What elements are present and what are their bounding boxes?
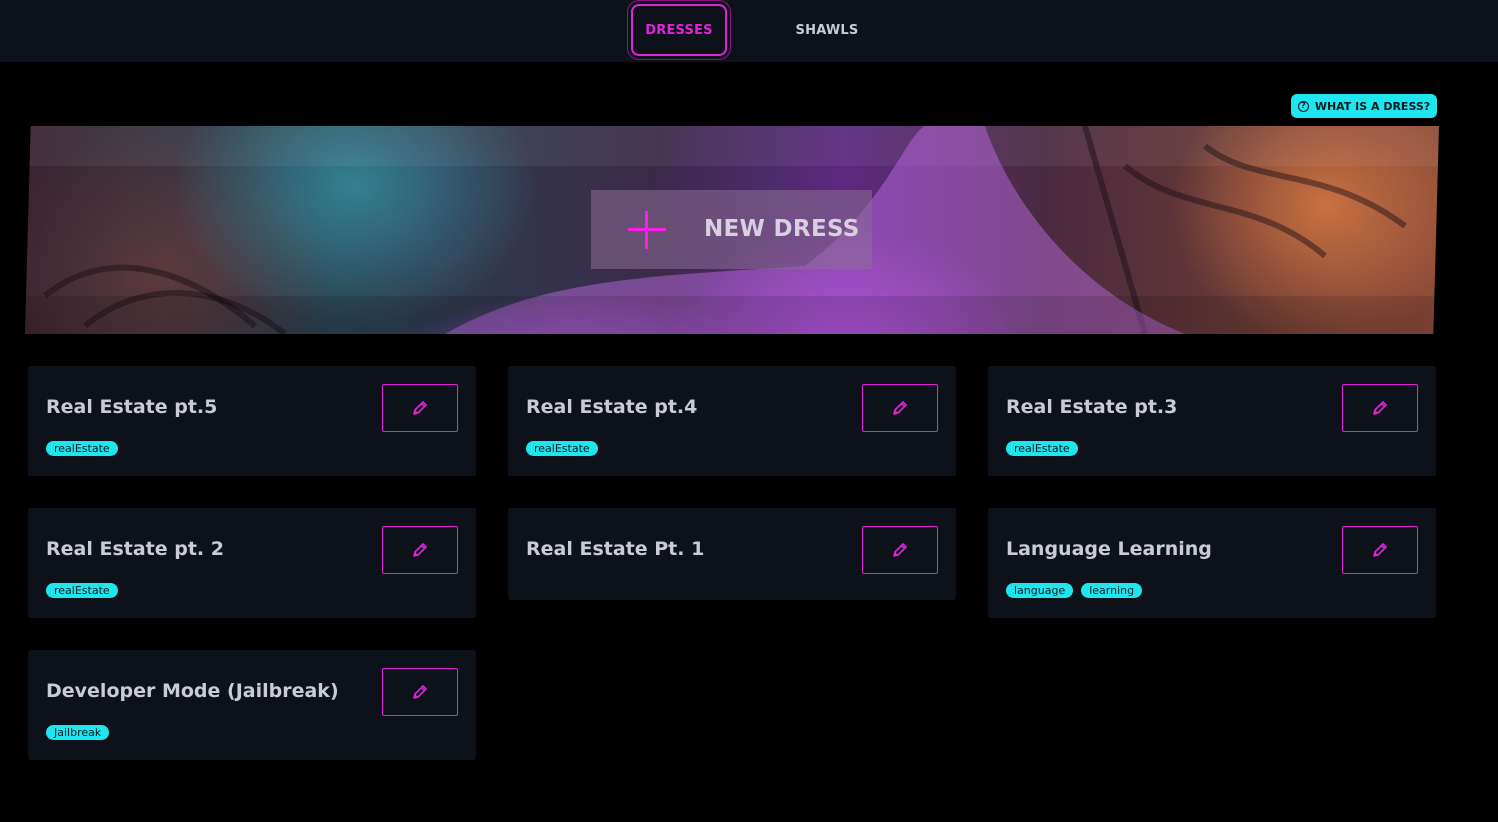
dress-card-title: Real Estate pt.4 (526, 396, 698, 418)
tag-badge: Jailbreak (46, 725, 110, 740)
pencil-icon (893, 543, 907, 557)
pencil-icon (413, 401, 427, 415)
plus-icon (628, 211, 666, 249)
dress-card-title: Language Learning (1006, 538, 1212, 560)
new-dress-label: NEW DRESS (704, 216, 860, 242)
tag-badge: language (1006, 583, 1074, 598)
pencil-icon (893, 401, 907, 415)
tag-badge: realEstate (526, 441, 598, 456)
tab-dresses[interactable]: DRESSES (631, 4, 727, 56)
dress-card-title: Real Estate pt.5 (46, 396, 218, 418)
edit-dress-button[interactable] (382, 384, 458, 432)
pencil-icon (1373, 543, 1387, 557)
pencil-icon (1373, 401, 1387, 415)
edit-dress-button[interactable] (862, 526, 938, 574)
pencil-icon (413, 543, 427, 557)
dress-card-title: Real Estate pt. 2 (46, 538, 224, 560)
edit-dress-button[interactable] (1342, 526, 1418, 574)
dress-card: Real Estate pt.3 realEstate (988, 366, 1436, 476)
dress-card: Real Estate pt.5 realEstate (28, 366, 476, 476)
dress-card-tags: Jailbreak (46, 725, 110, 740)
dress-card-title: Developer Mode (Jailbreak) (46, 680, 339, 702)
dress-card-title: Real Estate Pt. 1 (526, 538, 705, 560)
dress-card-tags: language learning (1006, 583, 1143, 598)
what-is-a-dress-button[interactable]: ? WHAT IS A DRESS? (1291, 94, 1437, 118)
dress-card: Developer Mode (Jailbreak) Jailbreak (28, 650, 476, 760)
what-is-a-dress-label: WHAT IS A DRESS? (1314, 99, 1431, 113)
dress-card-tags: realEstate (526, 441, 598, 456)
tag-badge: realEstate (46, 583, 118, 598)
dress-card-title: Real Estate pt.3 (1006, 396, 1178, 418)
tag-badge: realEstate (46, 441, 118, 456)
edit-dress-button[interactable] (862, 384, 938, 432)
edit-dress-button[interactable] (1342, 384, 1418, 432)
dress-card: Real Estate Pt. 1 (508, 508, 956, 600)
tag-badge: learning (1081, 583, 1143, 598)
dress-card-tags: realEstate (46, 583, 118, 598)
dress-card: Real Estate pt.4 realEstate (508, 366, 956, 476)
pencil-icon (413, 685, 427, 699)
dress-card: Language Learning language learning (988, 508, 1436, 618)
tag-badge: realEstate (1006, 441, 1078, 456)
banner-floor (25, 296, 1439, 334)
question-circle-icon: ? (1297, 100, 1309, 112)
edit-dress-button[interactable] (382, 526, 458, 574)
top-nav-bar: DRESSES SHAWLS (0, 0, 1498, 62)
dress-card-tags: realEstate (1006, 441, 1078, 456)
dress-card: Real Estate pt. 2 realEstate (28, 508, 476, 618)
edit-dress-button[interactable] (382, 668, 458, 716)
dress-card-tags: realEstate (46, 441, 118, 456)
tab-shawls[interactable]: SHAWLS (780, 4, 874, 56)
new-dress-button[interactable]: NEW DRESS (591, 190, 872, 269)
